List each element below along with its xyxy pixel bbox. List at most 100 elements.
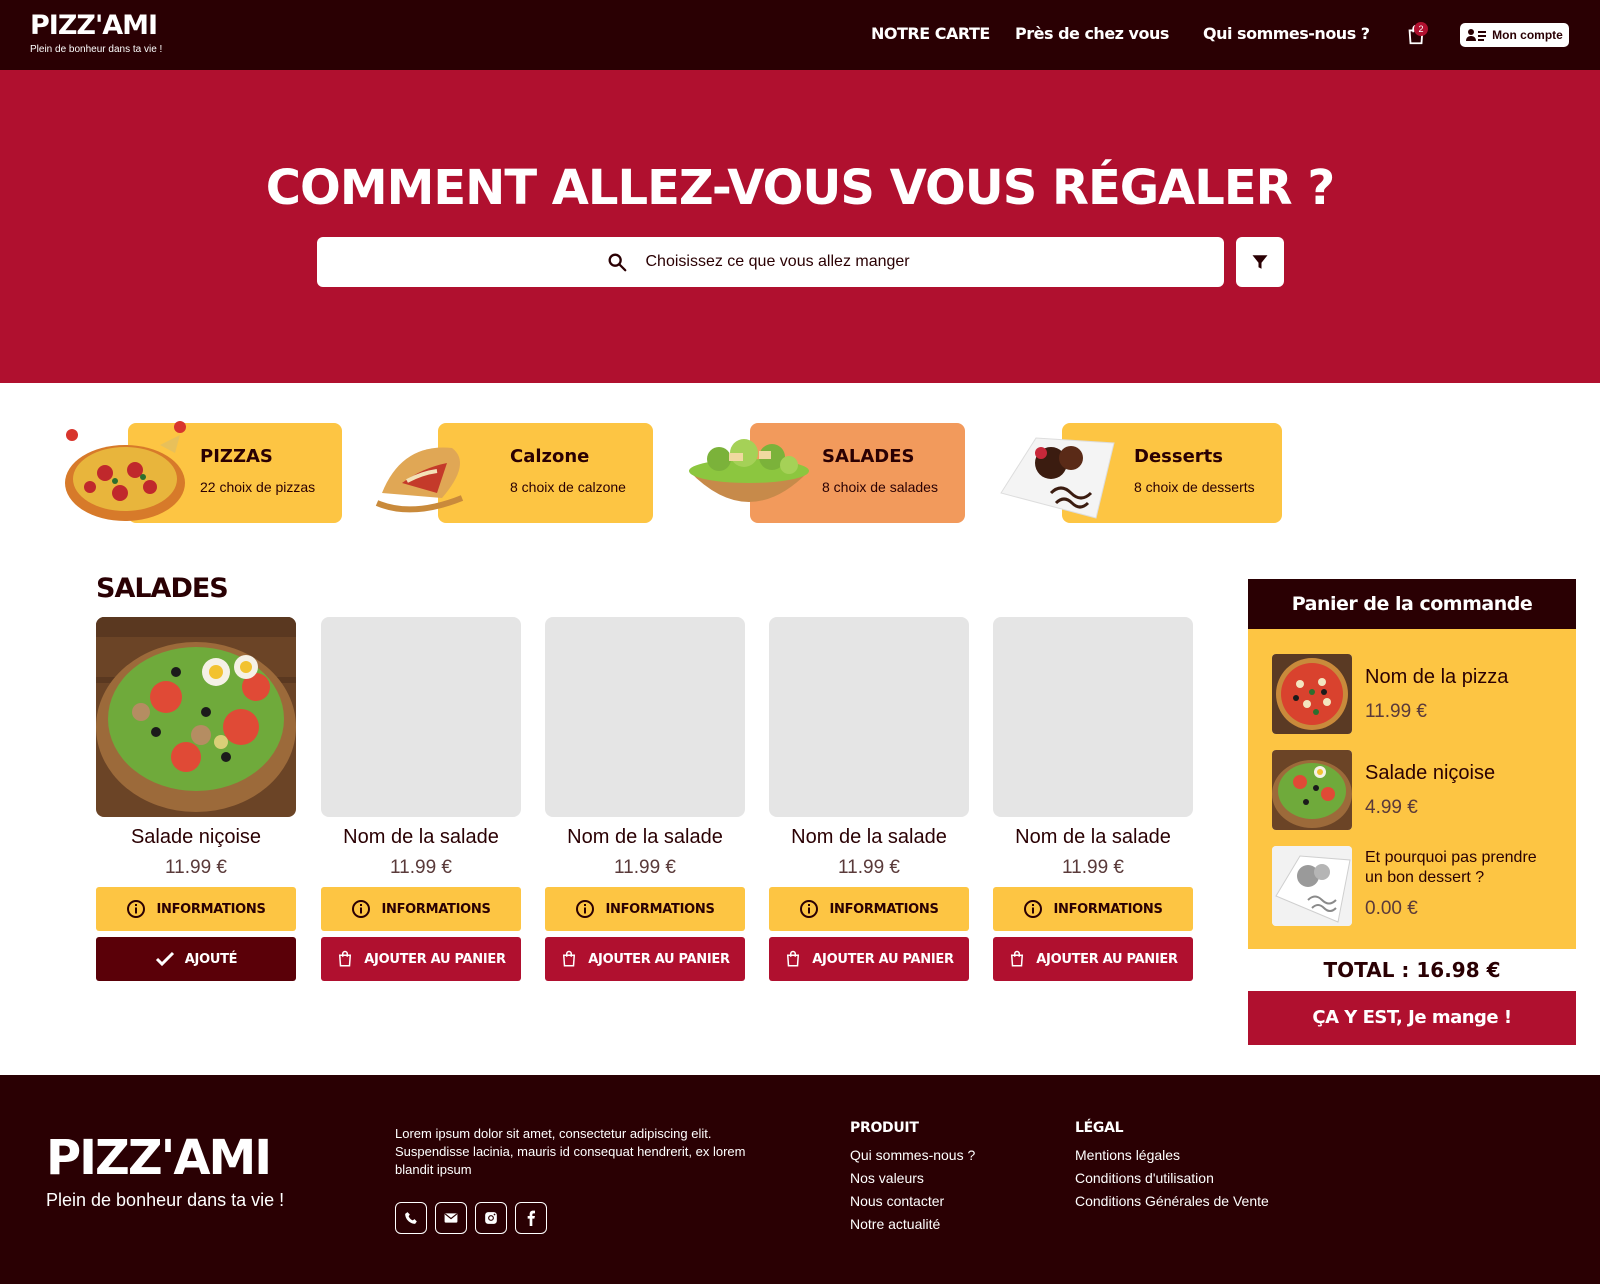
footer-link[interactable]: Nous contacter	[850, 1190, 975, 1213]
add-to-cart-button[interactable]: AJOUTER AU PANIER	[545, 937, 745, 981]
add-to-cart-button[interactable]: AJOUTER AU PANIER	[769, 937, 969, 981]
mail-social-button[interactable]	[435, 1202, 467, 1234]
shopping-bag-icon	[563, 950, 576, 967]
basket-item-price: 4.99 €	[1365, 797, 1418, 818]
info-icon	[127, 900, 146, 918]
product-image-placeholder[interactable]	[321, 617, 521, 817]
informations-label: INFORMATIONS	[381, 901, 491, 917]
informations-label: INFORMATIONS	[829, 901, 939, 917]
product-image[interactable]	[96, 617, 296, 817]
informations-label: INFORMATIONS	[605, 901, 715, 917]
social-links	[395, 1202, 547, 1234]
instagram-icon	[485, 1212, 497, 1224]
footer-link[interactable]: Conditions d'utilisation	[1075, 1167, 1269, 1190]
basket-item[interactable]: Salade niçoise 4.99 €	[1272, 750, 1562, 830]
cart-count-badge: 2	[1414, 22, 1428, 36]
info-icon	[576, 900, 595, 918]
section-title: SALADES	[96, 573, 229, 604]
category-card-salades[interactable]: SALADES 8 choix de salades	[684, 423, 965, 523]
info-icon	[352, 900, 371, 918]
category-title: Calzone	[510, 446, 590, 467]
search-input[interactable]	[645, 253, 936, 271]
basket-item-dessert-suggestion[interactable]: Et pourquoi pas prendre un bon dessert ?…	[1272, 846, 1562, 926]
instagram-social-button[interactable]	[475, 1202, 507, 1234]
category-title: PIZZAS	[200, 446, 273, 467]
dessert-thumbnail	[1272, 846, 1352, 926]
add-to-cart-label: AJOUTER AU PANIER	[364, 951, 506, 967]
added-label: AJOUTÉ	[184, 951, 238, 967]
basket-item-price: 0.00 €	[1365, 898, 1418, 919]
facebook-social-button[interactable]	[515, 1202, 547, 1234]
nav-qui-sommes-nous[interactable]: Qui sommes-nous ?	[1203, 24, 1370, 43]
nav-pres-de-chez-vous[interactable]: Près de chez vous	[1015, 24, 1169, 43]
shopping-bag-icon	[339, 950, 352, 967]
filter-button[interactable]	[1236, 237, 1284, 287]
add-to-cart-label: AJOUTER AU PANIER	[588, 951, 730, 967]
product-image-placeholder[interactable]	[769, 617, 969, 817]
informations-label: INFORMATIONS	[156, 901, 266, 917]
footer-link[interactable]: Notre actualité	[850, 1213, 975, 1236]
category-subtitle: 8 choix de salades	[822, 479, 938, 495]
footer-link[interactable]: Qui sommes-nous ?	[850, 1144, 975, 1167]
salad-bowl-image	[689, 439, 809, 502]
add-to-cart-button[interactable]: AJOUTER AU PANIER	[993, 937, 1193, 981]
phone-social-button[interactable]	[395, 1202, 427, 1234]
category-title: Desserts	[1134, 446, 1223, 467]
checkout-button[interactable]: ÇA Y EST, Je mange !	[1248, 991, 1576, 1045]
footer-brand-tagline: Plein de bonheur dans ta vie !	[46, 1190, 285, 1210]
check-icon	[155, 951, 174, 967]
add-to-cart-button[interactable]: AJOUTER AU PANIER	[321, 937, 521, 981]
product-card: Nom de la salade 11.99 € INFORMATIONS AJ…	[769, 617, 969, 981]
informations-button[interactable]: INFORMATIONS	[321, 887, 521, 931]
brand-logo[interactable]: PIZZ'AMI Plein de bonheur dans ta vie !	[30, 10, 162, 55]
shopping-bag-icon	[787, 950, 800, 967]
basket-item-price: 11.99 €	[1365, 701, 1427, 722]
mail-icon	[444, 1213, 458, 1223]
info-icon	[800, 900, 819, 918]
account-button[interactable]: Mon compte	[1460, 23, 1569, 47]
informations-button[interactable]: INFORMATIONS	[769, 887, 969, 931]
user-card-icon	[1466, 29, 1487, 41]
product-image-placeholder[interactable]	[545, 617, 745, 817]
basket-total: TOTAL : 16.98 €	[1323, 958, 1501, 982]
footer-product-column: PRODUIT Qui sommes-nous ? Nos valeurs No…	[850, 1120, 975, 1236]
brand-name: PIZZ'AMI	[30, 10, 158, 41]
basket-item-thumbnail	[1272, 654, 1352, 734]
search-bar[interactable]	[317, 237, 1224, 287]
informations-button[interactable]: INFORMATIONS	[545, 887, 745, 931]
nav-notre-carte[interactable]: NOTRE CARTE	[871, 24, 990, 43]
shopping-bag-icon	[1011, 950, 1024, 967]
basket-items: Nom de la pizza 11.99 € Salade niçoise 4…	[1248, 629, 1576, 949]
basket-item-thumbnail	[1272, 750, 1352, 830]
added-button[interactable]: AJOUTÉ	[96, 937, 296, 981]
basket-item-name-line1: Et pourquoi pas prendre	[1365, 849, 1537, 866]
product-name: Nom de la salade	[1015, 826, 1171, 848]
footer-link[interactable]: Conditions Générales de Vente	[1075, 1190, 1269, 1213]
pizza-thumbnail	[1272, 654, 1352, 734]
brand-tagline: Plein de bonheur dans ta vie !	[30, 44, 163, 55]
category-card-desserts[interactable]: Desserts 8 choix de desserts	[996, 423, 1282, 523]
category-subtitle: 8 choix de desserts	[1134, 479, 1255, 495]
basket-item[interactable]: Nom de la pizza 11.99 €	[1272, 654, 1562, 734]
pizza-image	[65, 421, 186, 521]
facebook-icon	[527, 1210, 535, 1226]
footer-link[interactable]: Mentions légales	[1075, 1144, 1269, 1167]
product-price: 11.99 €	[838, 857, 900, 878]
phone-icon	[405, 1212, 417, 1224]
footer-column-title: PRODUIT	[850, 1120, 919, 1136]
filter-icon	[1252, 255, 1268, 269]
basket-item-name-line2: un bon dessert ?	[1365, 869, 1485, 886]
category-card-calzone[interactable]: Calzone 8 choix de calzone	[372, 423, 653, 523]
informations-button[interactable]: INFORMATIONS	[993, 887, 1193, 931]
footer-link[interactable]: Nos valeurs	[850, 1167, 975, 1190]
category-card-pizzas[interactable]: PIZZAS 22 choix de pizzas	[60, 421, 342, 523]
hero-banner: COMMENT ALLEZ-VOUS VOUS RÉGALER ?	[0, 70, 1600, 383]
footer-logo[interactable]: PIZZ'AMI Plein de bonheur dans ta vie !	[46, 1130, 284, 1211]
product-price: 11.99 €	[614, 857, 676, 878]
product-name: Nom de la salade	[567, 826, 723, 848]
add-to-cart-label: AJOUTER AU PANIER	[1036, 951, 1178, 967]
product-image-placeholder[interactable]	[993, 617, 1193, 817]
informations-button[interactable]: INFORMATIONS	[96, 887, 296, 931]
product-price: 11.99 €	[165, 857, 227, 878]
product-name: Salade niçoise	[130, 826, 262, 848]
